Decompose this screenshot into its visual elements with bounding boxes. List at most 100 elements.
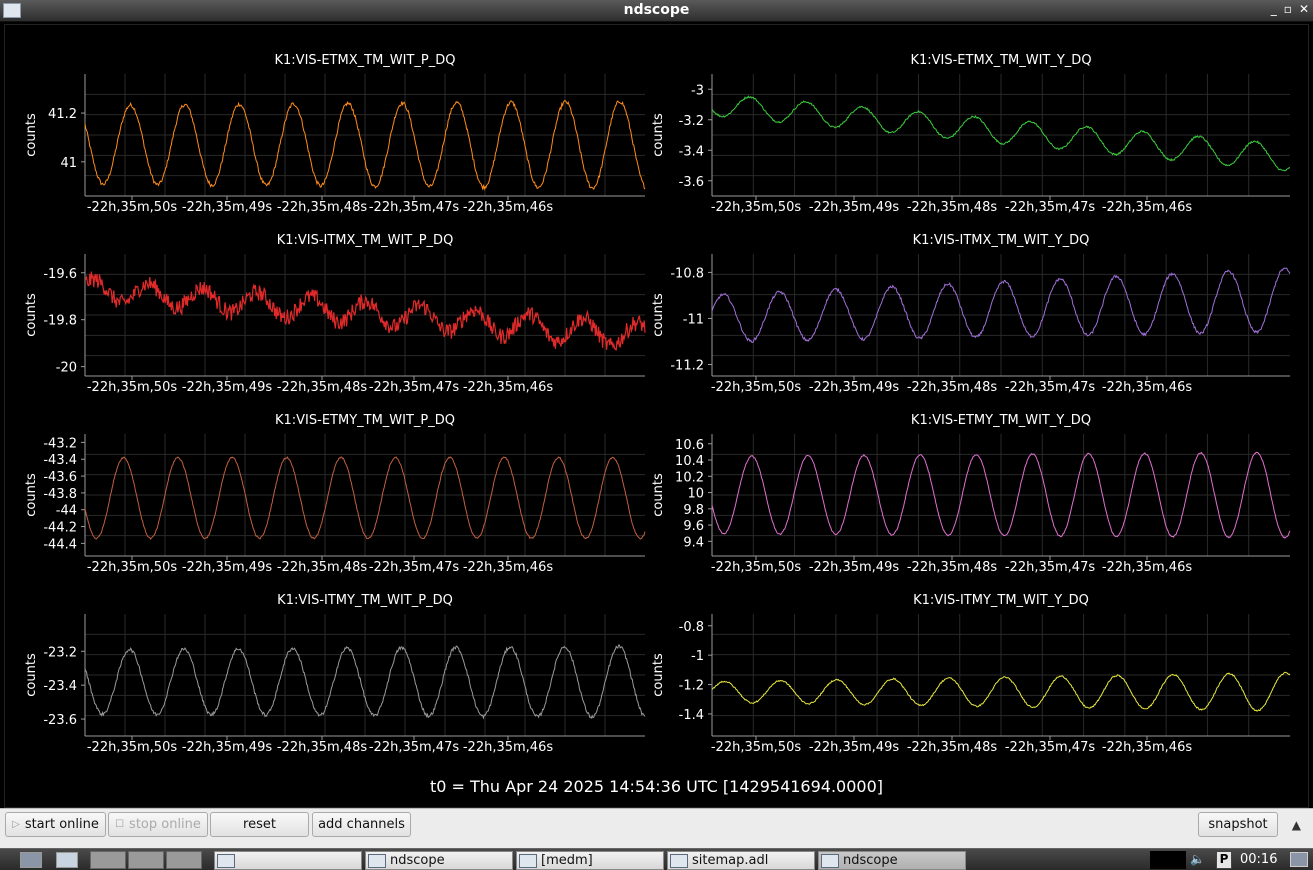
y-tick-label: -3.2	[679, 114, 704, 129]
taskbar: ndscope [medm] sitemap.adl ndscope 🔈 P 0…	[0, 848, 1313, 870]
x-tick-label: -22h,35m,48s	[277, 740, 367, 755]
x-tick-label: -22h,35m,47s	[1005, 200, 1095, 215]
y-axis-label: counts	[24, 113, 39, 157]
task-label: sitemap.adl	[692, 853, 769, 868]
window-icon	[670, 853, 688, 868]
x-tick-label: -22h,35m,49s	[182, 380, 272, 395]
y-tick-label: 9.6	[683, 519, 704, 534]
task-label: ndscope	[390, 853, 445, 868]
task-label: ndscope	[843, 853, 898, 868]
start-online-button[interactable]: ▷ start online	[5, 812, 106, 837]
y-tick-label: 41.2	[48, 107, 77, 122]
task-button-5[interactable]: ndscope	[818, 851, 966, 870]
x-tick-label: -22h,35m,49s	[809, 560, 899, 575]
y-axis-label: counts	[651, 113, 666, 157]
workspace-1[interactable]	[90, 851, 126, 869]
stop-online-label: stop online	[129, 817, 201, 832]
plot-title: K1:VIS-ITMX_TM_WIT_P_DQ	[277, 233, 454, 248]
y-tick-label: -11	[683, 312, 704, 327]
reset-button[interactable]: reset	[210, 812, 309, 837]
y-tick-label: -44	[56, 504, 77, 519]
expand-arrow-icon[interactable]: ▲	[1292, 818, 1301, 832]
y-tick-label: 9.4	[683, 535, 704, 550]
window-icon	[217, 853, 235, 868]
x-tick-label: -22h,35m,48s	[277, 560, 367, 575]
y-tick-label: 10.4	[675, 454, 704, 469]
x-tick-label: -22h,35m,47s	[1005, 380, 1095, 395]
x-tick-label: -22h,35m,46s	[463, 200, 553, 215]
x-tick-label: -22h,35m,47s	[369, 740, 459, 755]
x-tick-label: -22h,35m,50s	[711, 560, 801, 575]
y-axis-label: counts	[651, 473, 666, 517]
y-tick-label: -1.2	[679, 679, 704, 694]
y-tick-label: -20	[56, 361, 77, 376]
x-tick-label: -22h,35m,48s	[277, 380, 367, 395]
x-tick-label: -22h,35m,50s	[87, 380, 177, 395]
toolbar: ▷ start online ☐ stop online reset add c…	[0, 808, 1313, 848]
x-tick-label: -22h,35m,49s	[182, 740, 272, 755]
y-axis-label: counts	[24, 293, 39, 337]
y-tick-label: -1.4	[679, 708, 704, 723]
x-tick-label: -22h,35m,47s	[369, 380, 459, 395]
x-tick-label: -22h,35m,48s	[907, 200, 997, 215]
x-tick-label: -22h,35m,47s	[369, 560, 459, 575]
x-tick-label: -22h,35m,48s	[277, 200, 367, 215]
x-tick-label: -22h,35m,48s	[907, 380, 997, 395]
x-tick-label: -22h,35m,46s	[1102, 560, 1192, 575]
volume-icon[interactable]: 🔈	[1190, 852, 1205, 866]
x-tick-label: -22h,35m,47s	[369, 200, 459, 215]
y-tick-label: -3.4	[679, 144, 704, 159]
y-tick-label: -1	[691, 649, 704, 664]
t0-label: t0 = Thu Apr 24 2025 14:54:36 UTC [14295…	[429, 777, 884, 796]
x-tick-label: -22h,35m,48s	[907, 560, 997, 575]
task-button-2[interactable]: ndscope	[365, 851, 513, 870]
workspace-2[interactable]	[128, 851, 164, 869]
x-tick-label: -22h,35m,49s	[809, 380, 899, 395]
stop-online-button: ☐ stop online	[108, 812, 208, 837]
y-tick-label: -43.4	[43, 453, 77, 468]
plot-title: K1:VIS-ITMY_TM_WIT_P_DQ	[277, 593, 453, 608]
y-axis-label: counts	[651, 653, 666, 697]
x-tick-label: -22h,35m,50s	[87, 200, 177, 215]
x-tick-label: -22h,35m,46s	[1102, 380, 1192, 395]
start-online-label: start online	[24, 817, 99, 832]
add-channels-button[interactable]: add channels	[312, 812, 411, 837]
tray-window-icon[interactable]	[1290, 852, 1308, 867]
x-tick-label: -22h,35m,50s	[87, 560, 177, 575]
plot-title: K1:VIS-ITMY_TM_WIT_Y_DQ	[913, 593, 1089, 608]
workspace-3[interactable]	[166, 851, 202, 869]
snapshot-button[interactable]: snapshot	[1198, 812, 1278, 837]
show-desktop-icon[interactable]	[20, 852, 42, 868]
stop-icon: ☐	[115, 819, 125, 830]
app-launcher-icon[interactable]	[56, 852, 78, 868]
clock: 00:16	[1240, 852, 1278, 867]
task-button-3[interactable]: [medm]	[516, 851, 664, 870]
x-tick-label: -22h,35m,46s	[1102, 740, 1192, 755]
x-tick-label: -22h,35m,50s	[87, 740, 177, 755]
x-tick-label: -22h,35m,49s	[182, 560, 272, 575]
x-tick-label: -22h,35m,50s	[711, 200, 801, 215]
window-icon	[821, 853, 839, 868]
y-tick-label: -3.6	[679, 175, 704, 190]
x-tick-label: -22h,35m,47s	[1005, 740, 1095, 755]
plot-title: K1:VIS-ITMX_TM_WIT_Y_DQ	[913, 233, 1090, 248]
task-button-4[interactable]: sitemap.adl	[667, 851, 815, 870]
y-tick-label: -0.8	[679, 620, 704, 635]
x-tick-label: -22h,35m,49s	[809, 740, 899, 755]
window-icon	[519, 853, 537, 868]
plot-grid[interactable]: K1:VIS-ETMX_TM_WIT_P_DQ 41 41.2 counts -22h,…	[0, 0, 1313, 808]
y-tick-label: 10	[687, 487, 704, 502]
y-tick-label: -10.8	[670, 266, 704, 281]
y-axis-label: counts	[24, 653, 39, 697]
task-label: [medm]	[541, 853, 593, 868]
y-axis-label: counts	[651, 293, 666, 337]
y-tick-label: -23.4	[43, 679, 77, 694]
y-tick-label: -23.6	[43, 713, 77, 728]
y-tick-label: -19.6	[43, 267, 77, 282]
y-tick-label: 10.6	[675, 438, 704, 453]
task-button-1[interactable]	[214, 851, 362, 870]
x-tick-label: -22h,35m,46s	[463, 740, 553, 755]
y-tick-label: -19.8	[43, 314, 77, 329]
tray-p-icon[interactable]: P	[1216, 851, 1232, 869]
y-tick-label: 9.8	[683, 503, 704, 518]
